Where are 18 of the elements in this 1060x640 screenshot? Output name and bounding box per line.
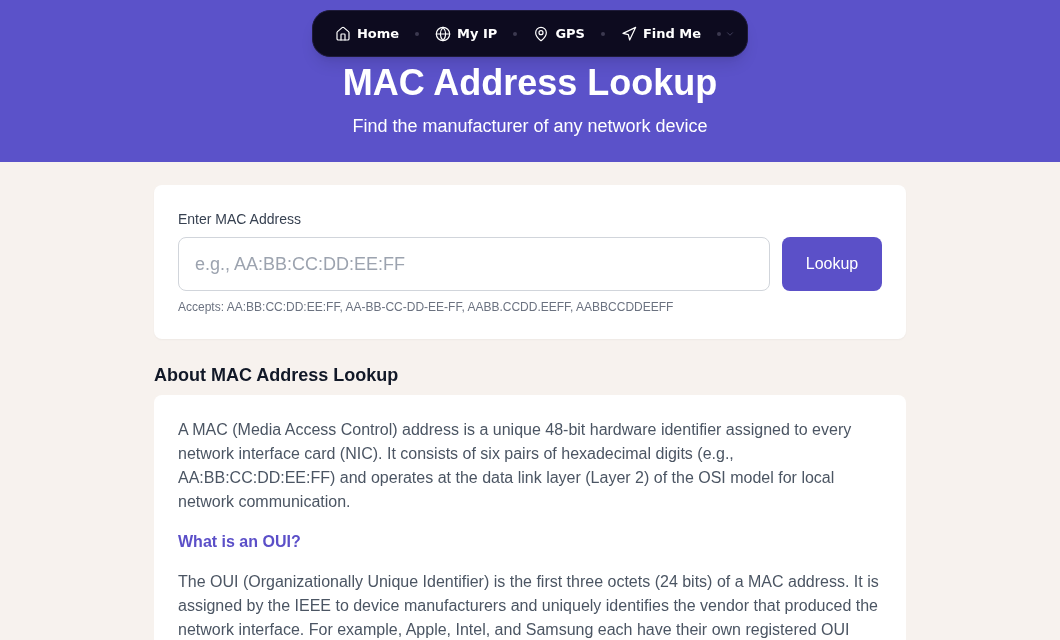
location-arrow-icon [620, 25, 637, 42]
page-subtitle: Find the manufacturer of any network device [352, 115, 708, 138]
section-title: About MAC Address Lookup [154, 364, 400, 387]
paragraph: The OUI (Organizationally Unique Identifier) is the first three octets (24 bits) of a MAC address. It is assigned by the IEEE to device manufacturers and uniquely identifies the vendor that produced the network interface. For example, Apple, Intel, and Samsung each have their own registered OUI [178, 572, 880, 640]
nav-link[interactable]: GPS [533, 25, 585, 42]
paragraph: A MAC (Media Access Control) address is a unique 48-bit hardware identifier assigned to every network interface card (NIC). It consists of six pairs of hexadecimal digits (e.g., AA:BB:CC:DD:EE:FF) and operates at the data link layer (Layer 2) of the OSI model for local network communication. [178, 420, 853, 512]
nav-link[interactable]: Home [334, 25, 400, 42]
field-label: Enter MAC Address [178, 210, 302, 229]
lookup-button[interactable]: Lookup [782, 237, 882, 291]
format-hint: Accepts: AA:BB:CC:DD:EE:FF, AA-BB-CC-DD-EE-FF, AABB.CCDD.EEFF, AABBCCDDEEFF [178, 299, 675, 315]
map-pin-icon [533, 25, 550, 42]
page-title: MAC Address Lookup [342, 61, 718, 105]
globe-icon [435, 25, 452, 42]
section-heading: What is an OUI? [178, 532, 302, 552]
mac-address-input[interactable]: e.g., AA:BB:CC:DD:EE:FF [178, 237, 770, 291]
home-icon [334, 25, 351, 42]
nav-link[interactable]: Find Me [620, 25, 702, 42]
nav-link[interactable]: My IP [435, 25, 498, 42]
